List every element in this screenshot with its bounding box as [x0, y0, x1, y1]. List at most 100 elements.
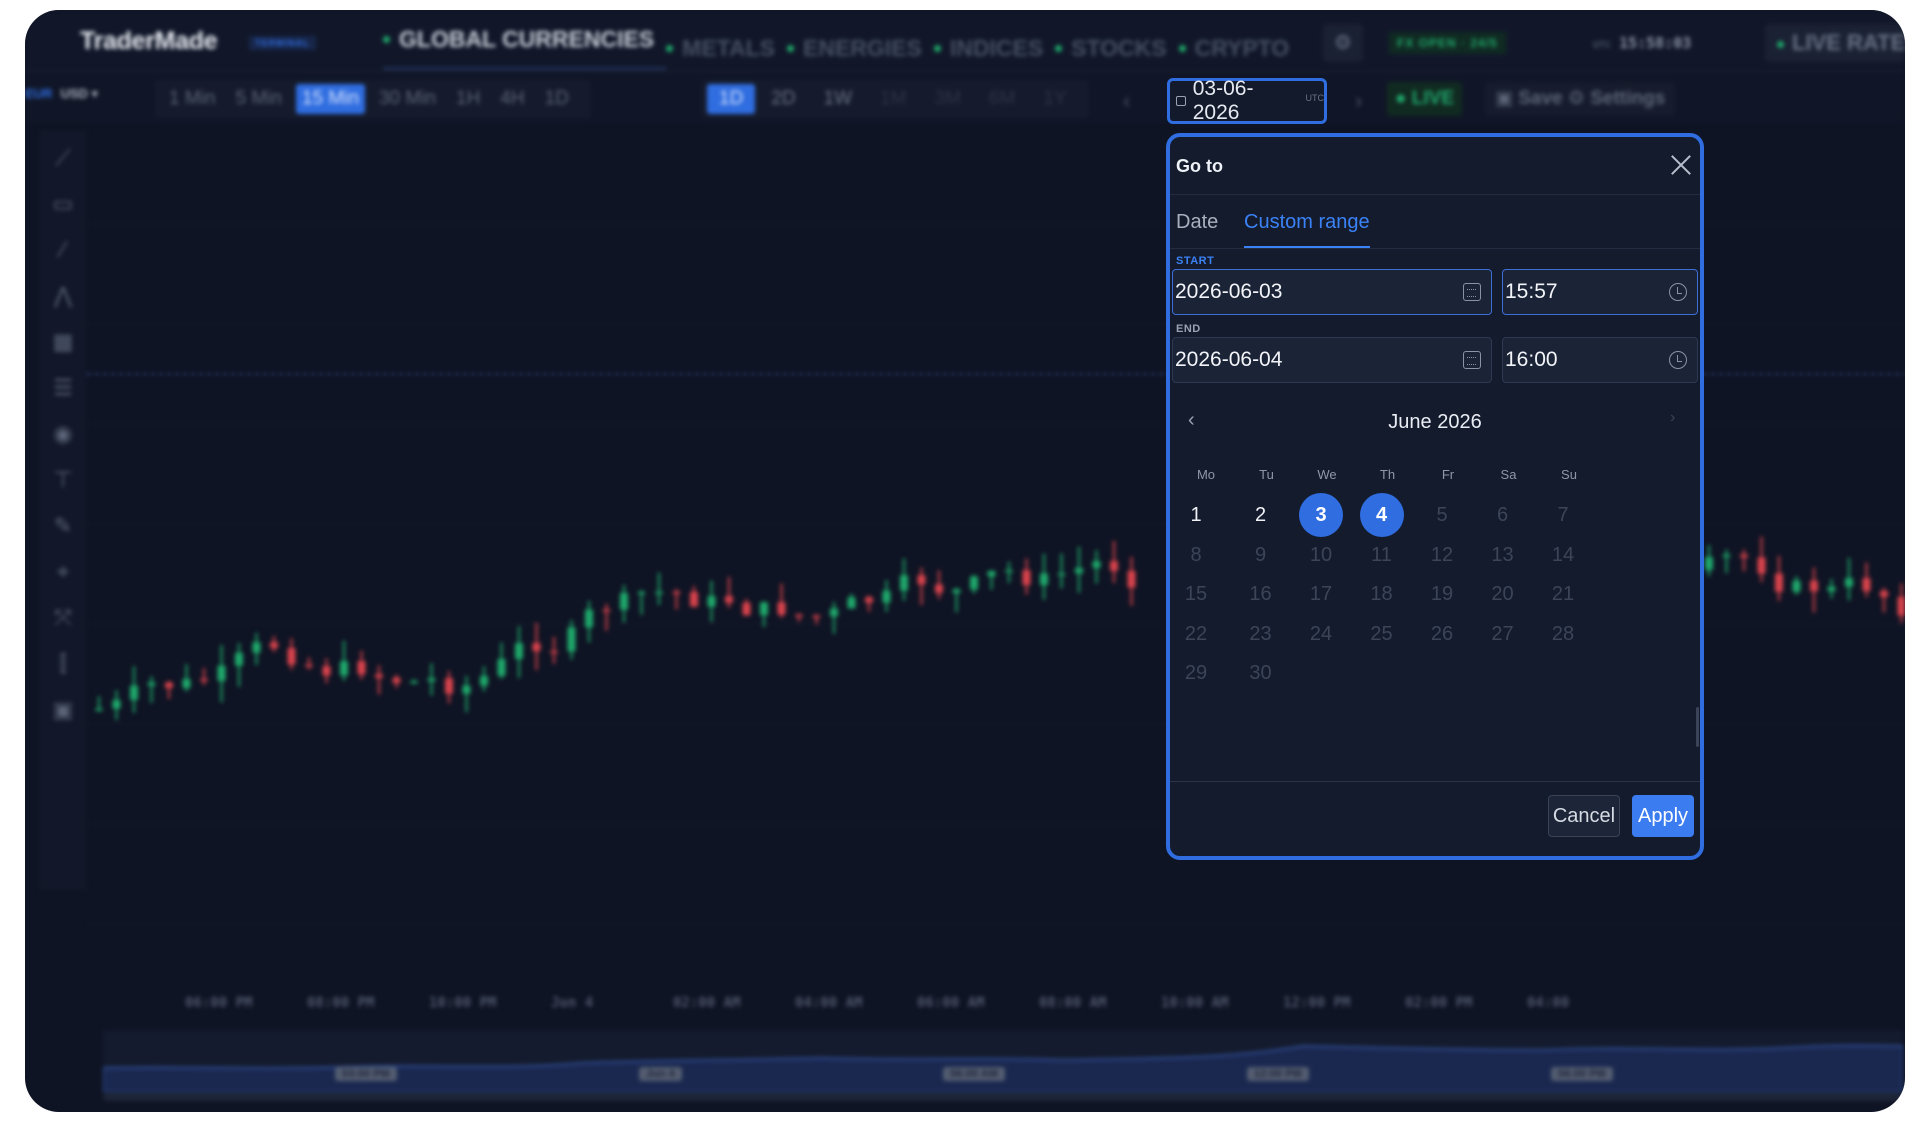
ruler-icon[interactable]: ⌖: [39, 552, 87, 592]
x-axis-tick-label: 02:00 AM: [673, 995, 741, 1011]
clock-tz: UTC: [1593, 40, 1612, 51]
status-dot-icon: [383, 36, 390, 43]
interval-1-min[interactable]: 1 Min: [163, 84, 221, 114]
indicator-icon[interactable]: ⫿: [39, 644, 87, 684]
nav-item-label: GLOBAL CURRENCIES: [399, 26, 655, 52]
interval-1h[interactable]: 1H: [450, 84, 486, 114]
apply-button[interactable]: Apply: [1632, 795, 1694, 837]
interval-group: 1 Min 5 Min 15 Min 30 Min 1H 4H 1D: [155, 80, 591, 118]
trend-line-icon[interactable]: ⟋: [39, 138, 87, 178]
live-rates-button[interactable]: LIVE RATES: [1765, 24, 1905, 62]
eye-icon[interactable]: ◉: [39, 414, 87, 454]
navigator-label: 12:00 PM: [1247, 1067, 1309, 1081]
end-date-value: 2026-06-04: [1175, 348, 1283, 371]
nav-item-global-currencies[interactable]: GLOBAL CURRENCIES: [383, 26, 667, 70]
navigator-scrollbar[interactable]: [103, 1093, 1903, 1101]
range-1y[interactable]: 1Y: [1031, 84, 1078, 114]
clock-icon[interactable]: [1669, 283, 1687, 301]
start-date-input[interactable]: 2026-06-03: [1172, 269, 1492, 315]
brush-icon[interactable]: ✎: [39, 506, 87, 546]
interval-4h[interactable]: 4H: [494, 84, 530, 114]
interval-30-min[interactable]: 30 Min: [373, 84, 442, 114]
range-1w[interactable]: 1W: [812, 84, 865, 114]
range-2d[interactable]: 2D: [759, 84, 807, 114]
tab-date[interactable]: Date: [1176, 211, 1218, 246]
nav-item-energies[interactable]: ENERGIES: [787, 26, 934, 70]
pattern-icon[interactable]: ⋀: [39, 276, 87, 316]
range-3m[interactable]: 3M: [923, 84, 973, 114]
brand-logo: TraderMade: [80, 27, 218, 55]
calendar-day: 13: [1491, 543, 1514, 566]
calendar-day[interactable]: 2: [1239, 493, 1283, 537]
end-time-input[interactable]: 16:00: [1502, 337, 1698, 383]
chevron-right-icon[interactable]: ›: [1355, 88, 1362, 114]
candle-body: [1792, 580, 1801, 592]
trash-icon[interactable]: ▣: [39, 690, 87, 730]
nav-item-stocks[interactable]: STOCKS: [1055, 26, 1178, 70]
calendar-day: 8: [1190, 543, 1202, 566]
candle-body: [410, 681, 418, 684]
x-axis-tick-label: 10:00 AM: [1161, 995, 1229, 1011]
candle-body: [847, 597, 856, 609]
end-date-input[interactable]: 2026-06-04: [1172, 337, 1492, 383]
nav-item-crypto[interactable]: CRYPTO: [1178, 26, 1302, 70]
shapes-icon[interactable]: ⤧: [39, 598, 87, 638]
save-settings-button[interactable]: ▣ Save ⚙ Settings: [1485, 82, 1676, 116]
dialog-header: Go to: [1170, 137, 1700, 195]
interval-1d[interactable]: 1D: [539, 84, 575, 114]
candle-body: [1862, 578, 1871, 591]
grid-icon[interactable]: ▦: [39, 322, 87, 362]
calendar-day-selected[interactable]: 4: [1359, 493, 1404, 537]
range-1m[interactable]: 1M: [868, 84, 918, 114]
calendar-day-selected[interactable]: 3: [1299, 493, 1343, 537]
range-1d[interactable]: 1D: [707, 84, 756, 114]
calendar-day: 17: [1309, 583, 1333, 605]
date-button-label: 03-06-2026: [1192, 77, 1254, 124]
status-dot-icon: [787, 44, 794, 52]
candle-body: [987, 571, 996, 577]
interval-15-min[interactable]: 15 Min: [295, 84, 365, 114]
candle-body: [1040, 573, 1048, 586]
nav-item-metals[interactable]: METALS: [666, 26, 787, 70]
navigator-line: [102, 1044, 1904, 1093]
candle-body: [112, 699, 121, 709]
list-icon[interactable]: ☰: [39, 368, 87, 408]
candle-body: [182, 678, 191, 688]
x-axis-tick-label: 06:00 AM: [917, 995, 985, 1011]
candle-body: [165, 682, 173, 688]
start-label: START: [1176, 255, 1215, 267]
chevron-left-icon[interactable]: ‹: [1123, 88, 1130, 114]
clock-icon[interactable]: [1669, 351, 1687, 369]
market-nav: GLOBAL CURRENCIES METALS ENERGIES INDICES ST…: [383, 26, 1301, 70]
range-6m[interactable]: 6M: [977, 84, 1027, 114]
candle-body: [1775, 573, 1783, 592]
cancel-button[interactable]: Cancel: [1548, 795, 1620, 837]
interval-5-min[interactable]: 5 Min: [229, 84, 287, 114]
candle-body: [95, 708, 103, 711]
chart-navigator[interactable]: 03:00 PM Jun 4 06:00 AM 12:00 PM 06:00 PM: [102, 1030, 1904, 1093]
candle-body: [1757, 557, 1766, 574]
live-button[interactable]: ● LIVE: [1387, 82, 1462, 116]
candle-body: [1722, 554, 1731, 558]
text-note-icon[interactable]: ▭: [39, 184, 87, 224]
close-icon[interactable]: [1668, 152, 1694, 178]
gear-icon[interactable]: ⚙: [1323, 24, 1363, 62]
navigator-label: 06:00 AM: [943, 1067, 1005, 1081]
candle-body: [602, 609, 611, 612]
chevron-right-icon[interactable]: ›: [1670, 409, 1675, 427]
calendar-day: 22: [1184, 622, 1208, 645]
status-dot-icon: [1178, 44, 1186, 52]
dialog-scrollbar[interactable]: [1696, 707, 1699, 747]
measure-icon[interactable]: ⊤: [39, 460, 87, 500]
calendar-icon[interactable]: [1463, 283, 1481, 301]
candle-body: [550, 651, 558, 654]
line-tool-icon[interactable]: ⁄: [39, 230, 87, 270]
calendar-day[interactable]: 1: [1174, 493, 1218, 537]
start-time-input[interactable]: 15:57: [1502, 269, 1698, 315]
date-picker-button[interactable]: 03-06-2026 UTC: [1167, 77, 1327, 124]
tab-custom-range[interactable]: Custom range: [1244, 211, 1370, 248]
calendar-day: 10: [1309, 543, 1333, 566]
pair-selector[interactable]: EUR USD ▾: [25, 86, 98, 102]
nav-item-indices[interactable]: INDICES: [933, 26, 1055, 70]
calendar-icon[interactable]: [1463, 351, 1481, 369]
